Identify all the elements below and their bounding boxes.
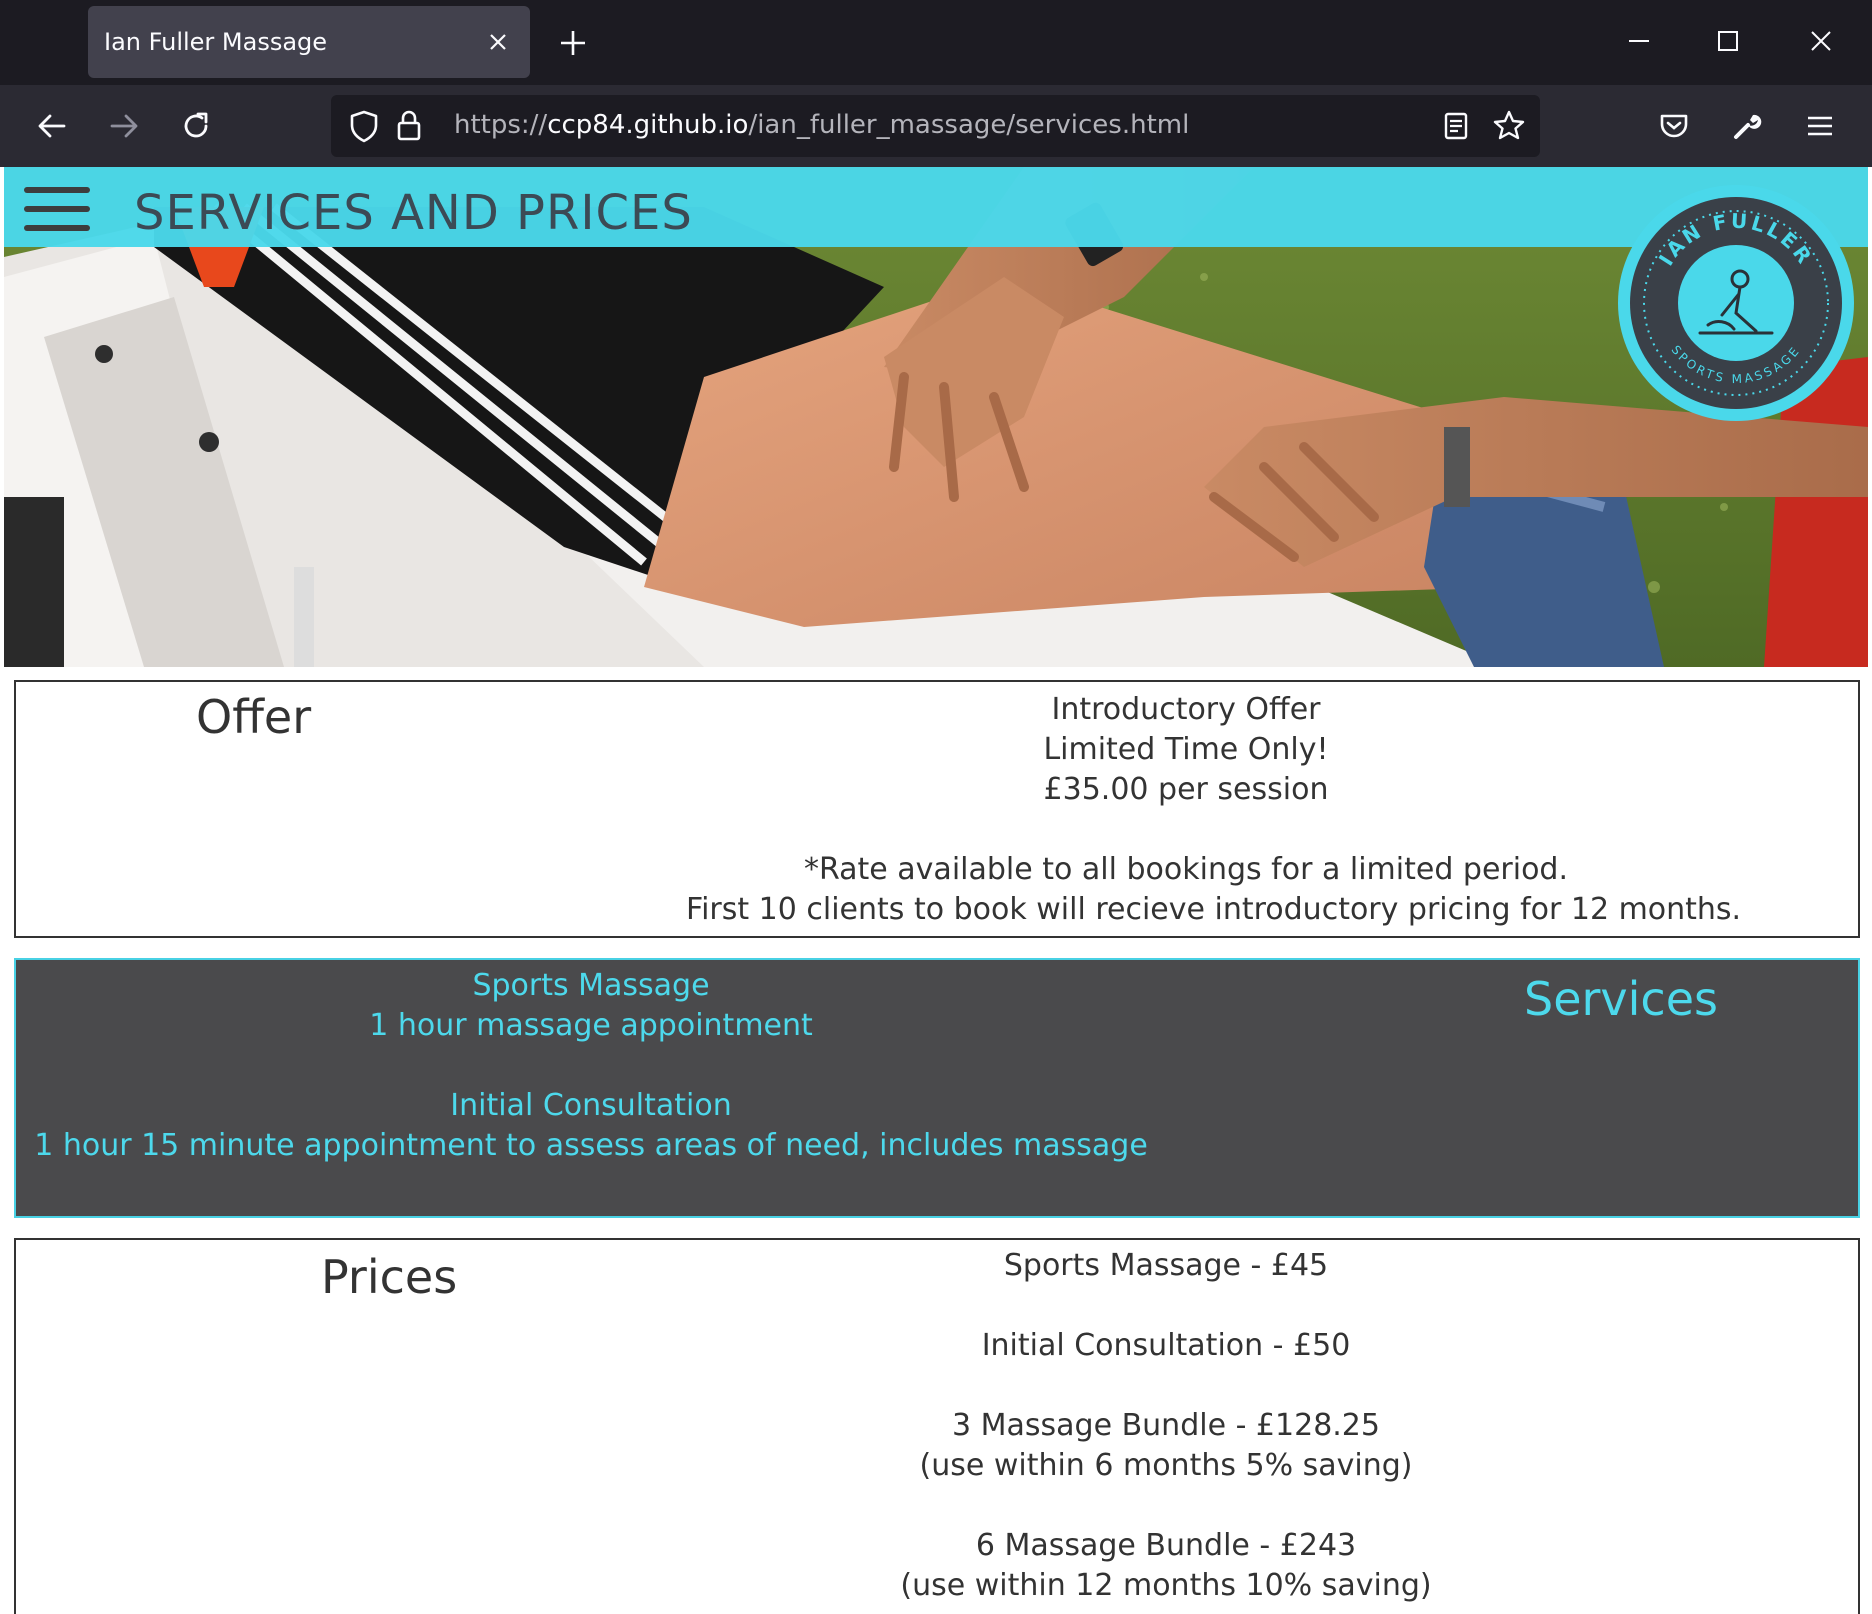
- prices-list: Sports Massage - £45 Initial Consultatio…: [816, 1246, 1516, 1606]
- reload-icon[interactable]: [178, 108, 214, 144]
- price-note: (use within 12 months 10% saving): [900, 1568, 1432, 1603]
- forward-arrow-icon[interactable]: [106, 108, 142, 144]
- service-name: Initial Consultation: [450, 1088, 732, 1123]
- new-tab-icon[interactable]: [556, 26, 590, 60]
- shield-icon[interactable]: [346, 108, 382, 144]
- price-item: 6 Massage Bundle - £243: [975, 1528, 1357, 1563]
- offer-note: First 10 clients to book will recieve in…: [686, 892, 1742, 927]
- maximize-icon[interactable]: [1713, 26, 1743, 56]
- page-viewport: SERVICES AND PRICES IAN FULLER SPORTS MA…: [4, 167, 1868, 1614]
- service-name: Sports Massage: [472, 968, 710, 1003]
- offer-details: Introductory Offer Limited Time Only! £3…: [686, 690, 1742, 930]
- tab-title: Ian Fuller Massage: [104, 28, 328, 56]
- brand-logo[interactable]: IAN FULLER SPORTS MASSAGE: [1616, 183, 1856, 423]
- url-scheme: https://: [454, 110, 548, 140]
- reader-view-icon[interactable]: [1438, 108, 1474, 144]
- hamburger-menu-icon[interactable]: [24, 187, 90, 231]
- offer-note: *Rate available to all bookings for a li…: [803, 852, 1569, 887]
- prices-section: Prices Sports Massage - £45 Initial Cons…: [14, 1238, 1860, 1614]
- offer-price: £35.00 per session: [1043, 772, 1329, 807]
- offer-line: Limited Time Only!: [1043, 732, 1329, 767]
- close-window-icon[interactable]: [1806, 26, 1836, 56]
- hero-image: SERVICES AND PRICES IAN FULLER SPORTS MA…: [4, 167, 1868, 667]
- service-description: 1 hour 15 minute appointment to assess a…: [34, 1128, 1148, 1163]
- services-section: Sports Massage 1 hour massage appointmen…: [14, 958, 1860, 1218]
- url-path: /ian_fuller_massage/services.html: [748, 110, 1190, 140]
- bookmark-star-icon[interactable]: [1491, 108, 1527, 144]
- price-item: Initial Consultation - £50: [981, 1328, 1351, 1363]
- back-arrow-icon[interactable]: [34, 108, 70, 144]
- close-tab-icon[interactable]: [484, 28, 512, 56]
- header-band: SERVICES AND PRICES: [4, 167, 1868, 247]
- services-heading: Services: [1524, 972, 1718, 1026]
- price-item: 3 Massage Bundle - £128.25: [952, 1408, 1380, 1443]
- offer-line: Introductory Offer: [1051, 692, 1321, 727]
- service-description: 1 hour massage appointment: [369, 1008, 813, 1043]
- wrench-icon[interactable]: [1729, 108, 1765, 144]
- offer-section: Offer Introductory Offer Limited Time On…: [14, 680, 1860, 938]
- price-item: Sports Massage - £45: [1003, 1248, 1329, 1283]
- page-title: SERVICES AND PRICES: [134, 185, 693, 241]
- url-text[interactable]: https://ccp84.github.io/ian_fuller_massa…: [454, 110, 1189, 140]
- browser-navbar: https://ccp84.github.io/ian_fuller_massa…: [0, 85, 1872, 167]
- app-menu-icon[interactable]: [1802, 108, 1838, 144]
- services-list: Sports Massage 1 hour massage appointmen…: [26, 966, 1156, 1166]
- lock-icon[interactable]: [391, 108, 427, 144]
- browser-titlebar: Ian Fuller Massage: [0, 0, 1872, 85]
- address-bar[interactable]: https://ccp84.github.io/ian_fuller_massa…: [331, 95, 1540, 157]
- offer-heading: Offer: [196, 690, 312, 744]
- pocket-icon[interactable]: [1656, 108, 1692, 144]
- url-host: ccp84.github.io: [547, 110, 749, 140]
- prices-heading: Prices: [321, 1250, 458, 1304]
- minimize-icon[interactable]: [1624, 26, 1654, 56]
- price-note: (use within 6 months 5% saving): [919, 1448, 1413, 1483]
- browser-tab[interactable]: Ian Fuller Massage: [88, 6, 530, 78]
